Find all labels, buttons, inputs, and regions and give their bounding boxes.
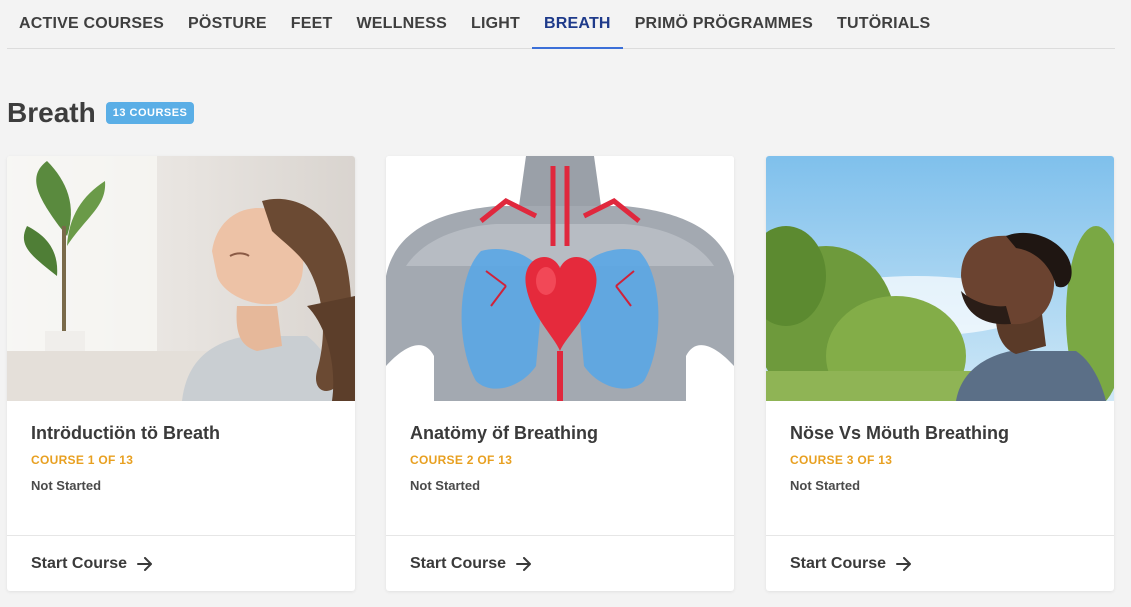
tab-wellness[interactable]: WELLNESS xyxy=(345,0,460,48)
tab-posture[interactable]: PÖSTURE xyxy=(176,0,279,48)
course-status: Not Started xyxy=(790,478,861,493)
heart-lungs-anatomy-illustration xyxy=(386,156,734,401)
start-course-button[interactable]: Start Course xyxy=(7,535,355,591)
tab-primo-programmes[interactable]: PRIMÖ PRÖGRAMMES xyxy=(623,0,825,48)
tab-light[interactable]: LIGHT xyxy=(459,0,532,48)
course-card-body: Nöse Vs Möuth Breathing COURSE 3 OF 13 N… xyxy=(766,401,1114,535)
page-title: Breath xyxy=(7,97,96,128)
course-card[interactable]: Intröductiön tö Breath COURSE 1 OF 13 No… xyxy=(7,156,355,591)
start-course-label: Start Course xyxy=(790,554,887,572)
course-image[interactable] xyxy=(386,156,734,401)
course-title[interactable]: Nöse Vs Möuth Breathing xyxy=(790,423,1090,444)
course-card[interactable]: Anatömy öf Breathing COURSE 2 OF 13 Not … xyxy=(386,156,734,591)
course-title[interactable]: Anatömy öf Breathing xyxy=(410,423,710,444)
tab-breath[interactable]: BREATH xyxy=(532,0,623,49)
course-status: Not Started xyxy=(410,478,481,493)
woman-breathing-photo xyxy=(7,156,355,401)
arrow-right-icon xyxy=(137,556,153,571)
tab-feet[interactable]: FEET xyxy=(279,0,345,48)
course-title[interactable]: Intröductiön tö Breath xyxy=(31,423,331,444)
course-image[interactable] xyxy=(766,156,1114,401)
course-status: Not Started xyxy=(31,478,102,493)
course-card-body: Anatömy öf Breathing COURSE 2 OF 13 Not … xyxy=(386,401,734,535)
course-position: COURSE 3 OF 13 xyxy=(790,453,893,467)
tab-active-courses[interactable]: ACTIVE COURSES xyxy=(7,0,176,48)
start-course-label: Start Course xyxy=(31,554,128,572)
course-count-badge: 13 COURSES xyxy=(105,102,195,124)
arrow-right-icon xyxy=(516,556,532,571)
section-header: Breath 13 COURSES xyxy=(7,97,195,129)
course-card[interactable]: Nöse Vs Möuth Breathing COURSE 3 OF 13 N… xyxy=(766,156,1114,591)
course-position: COURSE 1 OF 13 xyxy=(31,453,134,467)
tab-tutorials[interactable]: TUTÖRIALS xyxy=(825,0,942,48)
man-breathing-outdoors-photo xyxy=(766,156,1114,401)
start-course-button[interactable]: Start Course xyxy=(386,535,734,591)
start-course-label: Start Course xyxy=(410,554,507,572)
course-position: COURSE 2 OF 13 xyxy=(410,453,513,467)
category-tabs: ACTIVE COURSES PÖSTURE FEET WELLNESS LIG… xyxy=(7,0,1115,49)
start-course-button[interactable]: Start Course xyxy=(766,535,1114,591)
arrow-right-icon xyxy=(896,556,912,571)
course-image[interactable] xyxy=(7,156,355,401)
course-card-body: Intröductiön tö Breath COURSE 1 OF 13 No… xyxy=(7,401,355,535)
